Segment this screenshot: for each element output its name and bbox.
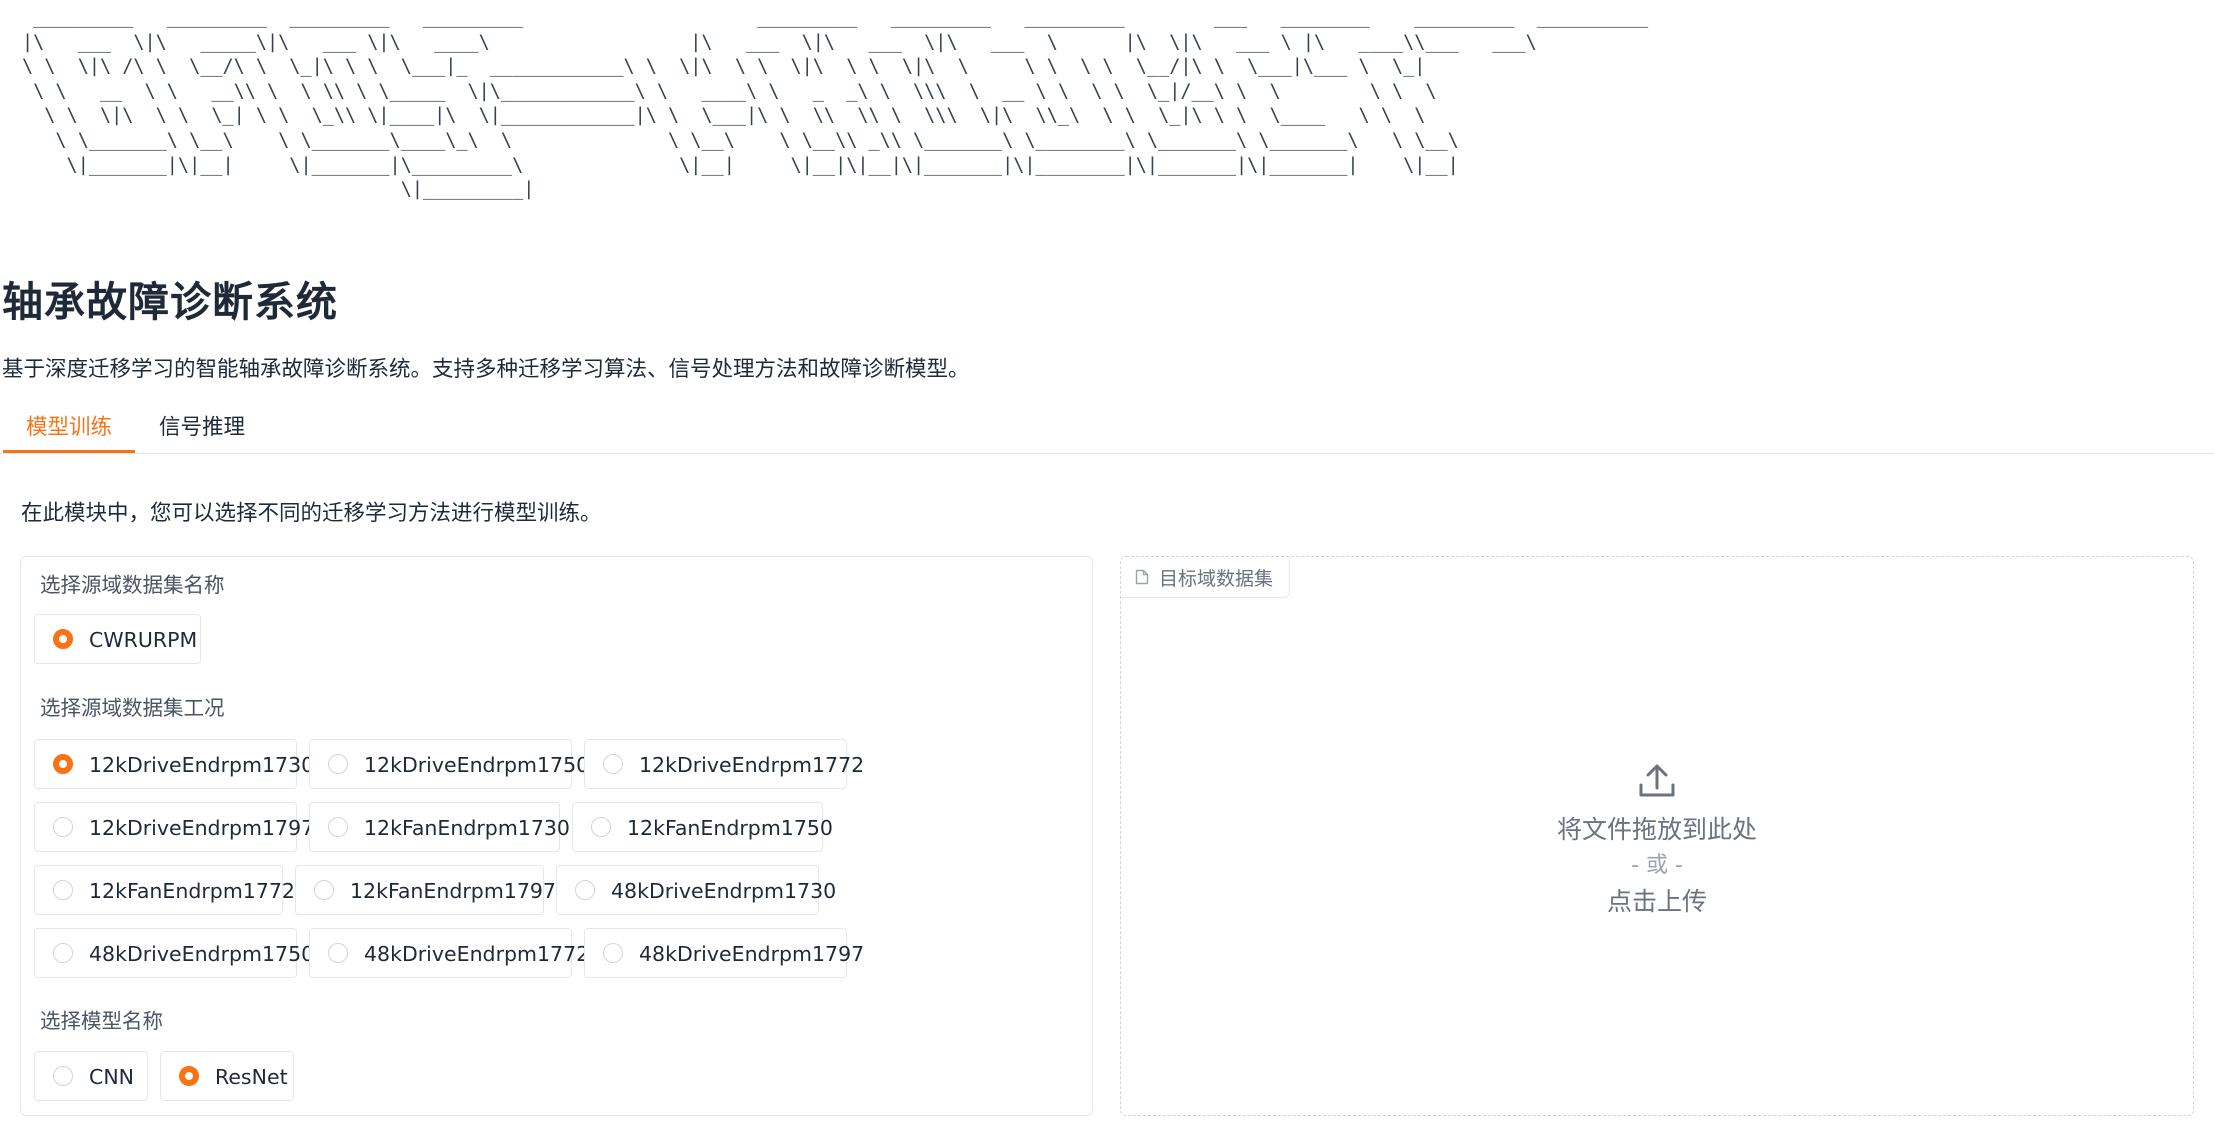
radio-condition-12kfanendrpm1730[interactable]: 12kFanEndrpm1730 xyxy=(309,802,570,852)
radio-label: 12kFanEndrpm1797 xyxy=(350,879,556,903)
source-dataset-label: 选择源域数据集名称 xyxy=(40,573,225,597)
radio-indicator xyxy=(328,943,348,963)
radio-indicator xyxy=(53,1066,73,1086)
target-dataset-upload[interactable]: 目标域数据集 将文件拖放到此处 - 或 - 点击上传 xyxy=(1120,556,2194,1116)
radio-model-resnet[interactable]: ResNet xyxy=(160,1051,294,1101)
tab-bar: 模型训练 信号推理 xyxy=(0,404,2214,454)
radio-label: 12kDriveEndrpm1730 xyxy=(89,753,315,777)
radio-indicator xyxy=(53,817,73,837)
radio-label: ResNet xyxy=(215,1065,288,1089)
page-description: 基于深度迁移学习的智能轴承故障诊断系统。支持多种迁移学习算法、信号处理方法和故障… xyxy=(2,357,970,382)
radio-label: CNN xyxy=(89,1065,134,1089)
tab-signal-inference[interactable]: 信号推理 xyxy=(142,404,262,451)
page-title: 轴承故障诊断系统 xyxy=(2,278,338,326)
radio-label: 48kDriveEndrpm1750 xyxy=(89,942,315,966)
radio-indicator xyxy=(53,629,73,649)
module-description: 在此模块中，您可以选择不同的迁移学习方法进行模型训练。 xyxy=(21,501,602,526)
radio-label: 12kFanEndrpm1750 xyxy=(627,816,833,840)
radio-label: 48kDriveEndrpm1730 xyxy=(611,879,837,903)
radio-condition-12kfanendrpm1772[interactable]: 12kFanEndrpm1772 xyxy=(34,865,295,915)
radio-indicator xyxy=(591,817,611,837)
radio-label: 12kDriveEndrpm1797 xyxy=(89,816,315,840)
upload-drop-text: 将文件拖放到此处 xyxy=(1556,815,1757,844)
radio-indicator xyxy=(603,754,623,774)
radio-label: 48kDriveEndrpm1797 xyxy=(639,942,865,966)
radio-label: 12kFanEndrpm1730 xyxy=(364,816,570,840)
radio-source-dataset-cwrurpm[interactable]: CWRURPM xyxy=(34,614,201,664)
radio-indicator xyxy=(603,943,623,963)
training-options-panel: 选择源域数据集名称 CWRURPM 选择源域数据集工况 12kDriveEndr… xyxy=(20,556,1093,1116)
upload-icon xyxy=(1639,764,1675,797)
radio-condition-12kfanendrpm1750[interactable]: 12kFanEndrpm1750 xyxy=(572,802,833,852)
radio-condition-48kdriveendrpm1772[interactable]: 48kDriveEndrpm1772 xyxy=(309,928,589,978)
radio-indicator xyxy=(314,880,334,900)
upload-tag-label: 目标域数据集 xyxy=(1159,567,1274,590)
upload-tag: 目标域数据集 xyxy=(1121,557,1291,598)
radio-indicator xyxy=(53,943,73,963)
file-icon xyxy=(1135,569,1149,585)
model-name-label: 选择模型名称 xyxy=(40,1009,163,1033)
radio-indicator xyxy=(575,880,595,900)
source-condition-label: 选择源域数据集工况 xyxy=(40,696,225,720)
radio-indicator xyxy=(53,880,73,900)
app-page: _________ _________ _________ _________ … xyxy=(0,0,2214,1126)
tab-model-training[interactable]: 模型训练 xyxy=(3,404,135,453)
radio-label: 12kDriveEndrpm1750 xyxy=(364,753,590,777)
radio-condition-12kfanendrpm1797[interactable]: 12kFanEndrpm1797 xyxy=(295,865,556,915)
radio-indicator xyxy=(328,754,348,774)
radio-condition-48kdriveendrpm1797[interactable]: 48kDriveEndrpm1797 xyxy=(584,928,864,978)
radio-condition-12kdriveendrpm1772[interactable]: 12kDriveEndrpm1772 xyxy=(584,739,864,789)
radio-condition-12kdriveendrpm1750[interactable]: 12kDriveEndrpm1750 xyxy=(309,739,589,789)
radio-condition-48kdriveendrpm1730[interactable]: 48kDriveEndrpm1730 xyxy=(556,865,836,915)
radio-condition-12kdriveendrpm1797[interactable]: 12kDriveEndrpm1797 xyxy=(34,802,314,852)
ascii-art-banner: _________ _________ _________ _________ … xyxy=(22,7,1649,201)
upload-or-text: - 或 - xyxy=(1631,853,1683,878)
radio-label: CWRURPM xyxy=(89,628,198,652)
radio-indicator xyxy=(179,1066,199,1086)
radio-label: 12kDriveEndrpm1772 xyxy=(639,753,865,777)
radio-condition-48kdriveendrpm1750[interactable]: 48kDriveEndrpm1750 xyxy=(34,928,314,978)
radio-label: 12kFanEndrpm1772 xyxy=(89,879,295,903)
radio-indicator xyxy=(53,754,73,774)
upload-click-text[interactable]: 点击上传 xyxy=(1121,883,2193,921)
upload-dropzone-content: 将文件拖放到此处 - 或 - 点击上传 xyxy=(1121,763,2193,921)
radio-model-cnn[interactable]: CNN xyxy=(34,1051,148,1101)
radio-indicator xyxy=(328,817,348,837)
radio-label: 48kDriveEndrpm1772 xyxy=(364,942,590,966)
radio-condition-12kdriveendrpm1730[interactable]: 12kDriveEndrpm1730 xyxy=(34,739,314,789)
